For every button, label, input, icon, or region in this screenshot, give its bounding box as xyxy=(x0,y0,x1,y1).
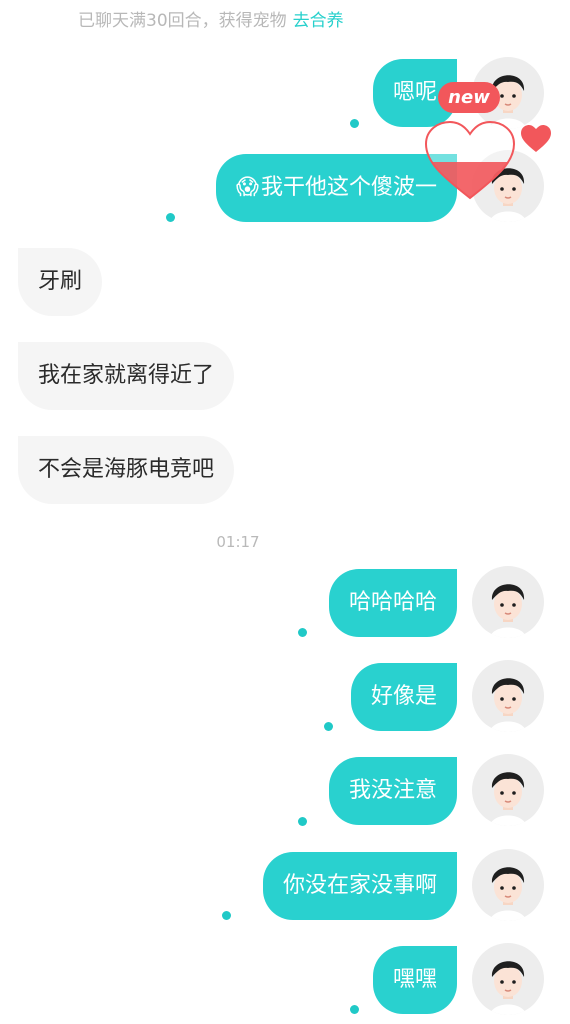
shocked-face-emoji-icon: 😱 xyxy=(236,175,259,200)
message-bubble-incoming[interactable]: 牙刷 xyxy=(18,248,103,316)
cartoon-boy-avatar-icon xyxy=(490,678,526,732)
read-indicator-dot xyxy=(350,1005,359,1014)
message-text: 我没注意 xyxy=(348,778,437,803)
message-text: 不会是海豚电竞吧 xyxy=(38,457,215,482)
message-text: 我在家就离得近了 xyxy=(38,363,215,388)
cartoon-boy-avatar-icon xyxy=(490,867,526,921)
pet-reward-notice: 已聊天满30回合，获得宠物 去合养 xyxy=(78,6,344,31)
message-bubble-incoming[interactable]: 不会是海豚电竞吧 xyxy=(18,436,235,504)
message-text: 牙刷 xyxy=(38,269,83,294)
message-text: 好像是 xyxy=(370,684,437,709)
message-text: 嗯呢 xyxy=(392,80,437,105)
new-badge: new xyxy=(438,82,500,113)
message-bubble-outgoing[interactable]: 哈哈哈哈 xyxy=(328,569,457,637)
read-indicator-dot xyxy=(298,628,307,637)
message-text: 你没在家没事啊 xyxy=(282,873,437,898)
user-avatar[interactable] xyxy=(472,754,544,826)
user-avatar[interactable] xyxy=(472,943,544,1015)
message-bubble-outgoing[interactable]: 嘿嘿 xyxy=(372,946,457,1014)
message-bubble-incoming[interactable]: 我在家就离得近了 xyxy=(18,342,235,410)
message-bubble-outgoing[interactable]: 我没注意 xyxy=(328,757,457,825)
message-text: 我干他这个傻波一 xyxy=(260,175,437,200)
cartoon-boy-avatar-icon xyxy=(490,772,526,826)
heart-icon xyxy=(521,125,551,152)
message-timestamp: 01:17 xyxy=(216,533,260,551)
pet-heart-icon[interactable] xyxy=(422,118,518,202)
read-indicator-dot xyxy=(350,119,359,128)
user-avatar[interactable] xyxy=(472,849,544,921)
co-raise-link[interactable]: 去合养 xyxy=(293,11,344,31)
cartoon-boy-avatar-icon xyxy=(490,584,526,638)
read-indicator-dot xyxy=(222,911,231,920)
user-avatar[interactable] xyxy=(472,566,544,638)
message-bubble-outgoing[interactable]: 你没在家没事啊 xyxy=(262,852,457,920)
user-avatar[interactable] xyxy=(472,660,544,732)
notice-text: 已聊天满30回合，获得宠物 xyxy=(78,11,287,31)
read-indicator-dot xyxy=(324,722,333,731)
read-indicator-dot xyxy=(298,817,307,826)
cartoon-boy-avatar-icon xyxy=(490,961,526,1015)
message-text: 嘿嘿 xyxy=(392,967,437,992)
message-bubble-outgoing[interactable]: 好像是 xyxy=(350,663,457,731)
message-bubble-outgoing[interactable]: 😱我干他这个傻波一 xyxy=(216,154,457,222)
message-text: 哈哈哈哈 xyxy=(348,590,437,615)
read-indicator-dot xyxy=(166,213,175,222)
